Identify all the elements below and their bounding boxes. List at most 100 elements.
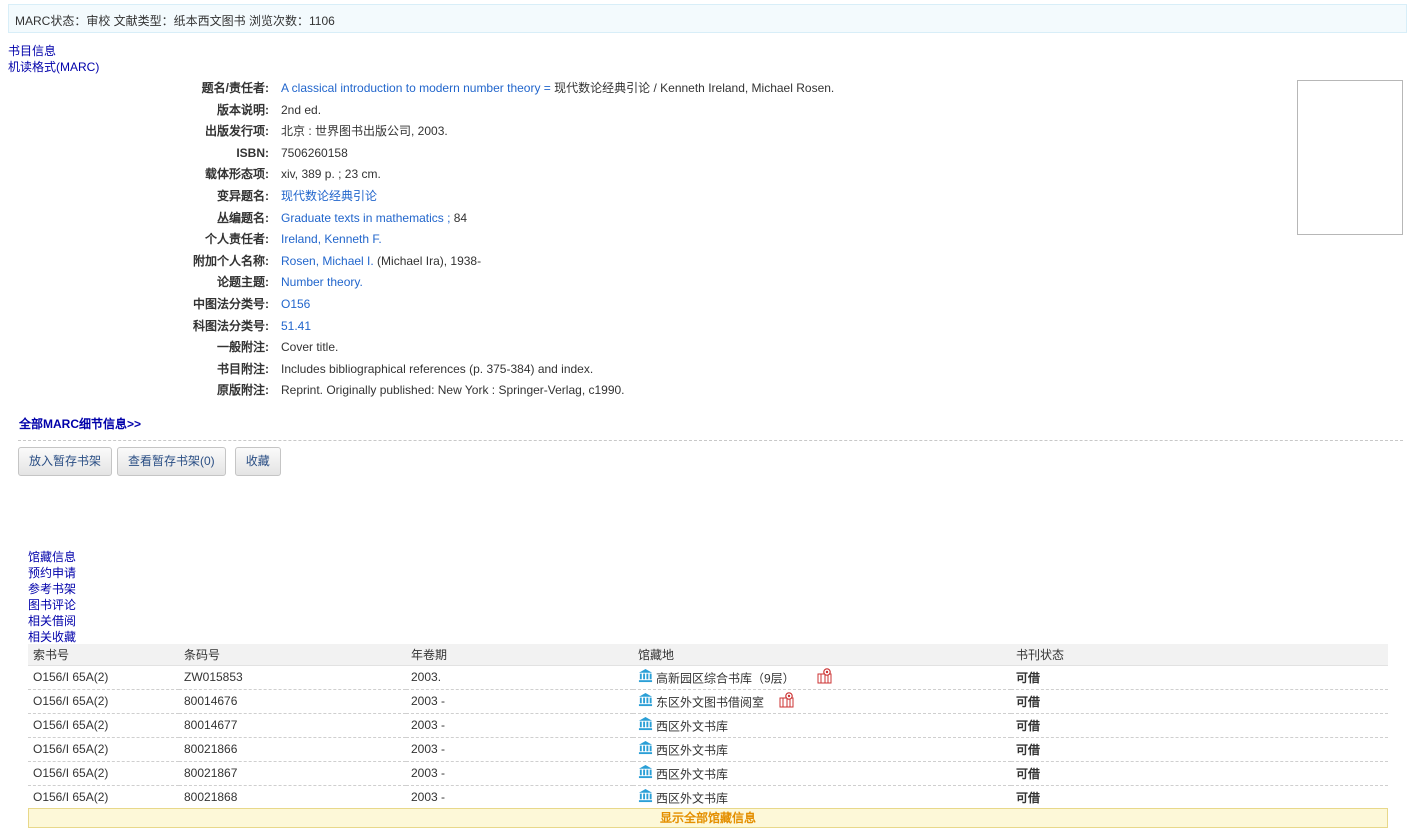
location-cell: 西区外文书库 xyxy=(633,761,1011,786)
tab-related-loans[interactable]: 相关借阅 xyxy=(28,613,76,629)
edition-value: 2nd ed. xyxy=(281,102,322,117)
holdings-header-row: 索书号 条码号 年卷期 馆藏地 书刊状态 xyxy=(28,644,1388,666)
title-link[interactable]: A classical introduction to modern numbe… xyxy=(281,81,551,95)
original-note-value: Reprint. Originally published: New York … xyxy=(281,383,625,398)
variant-title-link[interactable]: 现代数论经典引论 xyxy=(281,189,377,203)
subject-link[interactable]: Number theory. xyxy=(281,275,363,289)
library-icon xyxy=(638,788,653,803)
view-shelf-button[interactable]: 查看暂存书架(0) xyxy=(117,447,226,476)
publication-value: 北京 : 世界图书出版公司, 2003. xyxy=(281,124,448,139)
link-bib-info[interactable]: 书目信息 xyxy=(8,43,99,59)
title-rest: 现代数论经典引论 / Kenneth Ireland, Michael Rose… xyxy=(550,81,835,95)
year-volume: 2003 - xyxy=(406,785,633,810)
physical-value: xiv, 389 p. ; 23 cm. xyxy=(281,167,381,182)
tab-reservation[interactable]: 预约申请 xyxy=(28,565,76,581)
location-text: 东区外文图书借阅室 xyxy=(656,695,765,710)
collect-button[interactable]: 收藏 xyxy=(234,447,281,476)
location-text: 西区外文书库 xyxy=(656,743,729,758)
bib-label: 论题主题: xyxy=(217,275,269,290)
bibliographic-record: 题名/责任者: A classical introduction to mode… xyxy=(140,80,834,404)
header-status: 书刊状态 xyxy=(1011,644,1388,666)
bib-label: 题名/责任者: xyxy=(201,81,269,95)
book-cover-image xyxy=(1297,80,1403,235)
divider xyxy=(18,440,1403,441)
year-volume: 2003. xyxy=(406,665,633,690)
bib-label: 附加个人名称: xyxy=(193,253,269,268)
status-badge: 可借 xyxy=(1011,665,1388,690)
top-links: 书目信息 机读格式(MARC) xyxy=(8,43,99,75)
barcode: ZW015853 xyxy=(179,665,406,690)
bib-row-series: 丛编题名: Graduate texts in mathematics ; 84 xyxy=(140,210,834,232)
map-location-icon[interactable] xyxy=(779,692,795,708)
status-badge: 可借 xyxy=(1011,761,1388,786)
table-row: O156/I 65A(2) 80014676 2003 - 东区外文图书借阅室 可借 xyxy=(28,689,1388,714)
bib-row-variant-title: 变异题名: 现代数论经典引论 xyxy=(140,188,834,210)
location-cell: 西区外文书库 xyxy=(633,713,1011,738)
year-volume: 2003 - xyxy=(406,689,633,714)
header-call-number: 索书号 xyxy=(28,644,179,666)
year-volume: 2003 - xyxy=(406,713,633,738)
bib-row-added-name: 附加个人名称: Rosen, Michael I. (Michael Ira),… xyxy=(140,253,834,275)
bib-note-value: Includes bibliographical references (p. … xyxy=(281,361,594,376)
location-text: 西区外文书库 xyxy=(656,719,729,734)
call-number: O156/I 65A(2) xyxy=(28,761,179,786)
location-cell: 西区外文书库 xyxy=(633,785,1011,810)
holdings-table: 索书号 条码号 年卷期 馆藏地 书刊状态 O156/I 65A(2) ZW0158… xyxy=(28,644,1388,810)
added-name-link[interactable]: Rosen, Michael I. xyxy=(281,254,374,268)
link-marc-format[interactable]: 机读格式(MARC) xyxy=(8,59,99,75)
map-location-icon[interactable] xyxy=(817,668,833,684)
tab-related-collections[interactable]: 相关收藏 xyxy=(28,629,76,645)
table-row: O156/I 65A(2) ZW015853 2003. 高新园区综合书库（9层） 可借 xyxy=(28,665,1388,690)
library-icon xyxy=(638,740,653,755)
bib-label: 科图法分类号: xyxy=(193,318,269,333)
bib-row-bib-note: 书目附注: Includes bibliographical reference… xyxy=(140,361,834,383)
barcode: 80014677 xyxy=(179,713,406,738)
tab-book-reviews[interactable]: 图书评论 xyxy=(28,597,76,613)
library-icon xyxy=(638,692,653,707)
header-year-volume: 年卷期 xyxy=(406,644,633,666)
bib-row-clc: 中图法分类号: O156 xyxy=(140,296,834,318)
bib-row-general-note: 一般附注: Cover title. xyxy=(140,339,834,361)
bib-row-subject: 论题主题: Number theory. xyxy=(140,274,834,296)
bib-label: 出版发行项: xyxy=(205,124,269,139)
added-name-rest: (Michael Ira), 1938- xyxy=(373,253,482,268)
bib-label: 书目附注: xyxy=(217,361,269,376)
bib-label: 变异题名: xyxy=(217,188,269,203)
bib-label: ISBN: xyxy=(236,145,269,160)
status-badge: 可借 xyxy=(1011,737,1388,762)
kt-link[interactable]: 51.41 xyxy=(281,319,311,333)
bib-label: 个人责任者: xyxy=(205,232,269,247)
bib-label: 中图法分类号: xyxy=(193,296,269,311)
series-number: 84 xyxy=(450,210,468,225)
clc-link[interactable]: O156 xyxy=(281,297,310,311)
year-volume: 2003 - xyxy=(406,761,633,786)
tab-holdings[interactable]: 馆藏信息 xyxy=(28,549,76,565)
library-icon xyxy=(638,764,653,779)
general-note-value: Cover title. xyxy=(281,340,339,355)
bib-label: 丛编题名: xyxy=(217,210,269,225)
author-link[interactable]: Ireland, Kenneth F. xyxy=(281,232,382,246)
show-all-holdings-button[interactable]: 显示全部馆藏信息 xyxy=(28,808,1388,828)
barcode: 80014676 xyxy=(179,689,406,714)
call-number: O156/I 65A(2) xyxy=(28,737,179,762)
add-to-shelf-button[interactable]: 放入暂存书架 xyxy=(18,447,113,476)
location-cell: 东区外文图书借阅室 xyxy=(633,689,1011,714)
barcode: 80021866 xyxy=(179,737,406,762)
location-text: 西区外文书库 xyxy=(656,767,729,782)
bib-label: 原版附注: xyxy=(217,383,269,398)
bib-row-author: 个人责任者: Ireland, Kenneth F. xyxy=(140,231,834,253)
table-row: O156/I 65A(2) 80021868 2003 - 西区外文书库 可借 xyxy=(28,785,1388,810)
all-marc-details-link[interactable]: 全部MARC细节信息>> xyxy=(19,415,141,432)
table-row: O156/I 65A(2) 80021867 2003 - 西区外文书库 可借 xyxy=(28,761,1388,786)
call-number: O156/I 65A(2) xyxy=(28,665,179,690)
location-text: 西区外文书库 xyxy=(656,791,729,806)
bib-row-original-note: 原版附注: Reprint. Originally published: New… xyxy=(140,382,834,404)
series-link[interactable]: Graduate texts in mathematics ; xyxy=(281,211,450,225)
call-number: O156/I 65A(2) xyxy=(28,689,179,714)
marc-status-bar: MARC状态：审校 文献类型：纸本西文图书 浏览次数：1106 xyxy=(8,4,1407,33)
status-badge: 可借 xyxy=(1011,785,1388,810)
location-cell: 西区外文书库 xyxy=(633,737,1011,762)
bib-row-kt: 科图法分类号: 51.41 xyxy=(140,318,834,340)
tab-reference-shelf[interactable]: 参考书架 xyxy=(28,581,76,597)
table-row: O156/I 65A(2) 80014677 2003 - 西区外文书库 可借 xyxy=(28,713,1388,738)
